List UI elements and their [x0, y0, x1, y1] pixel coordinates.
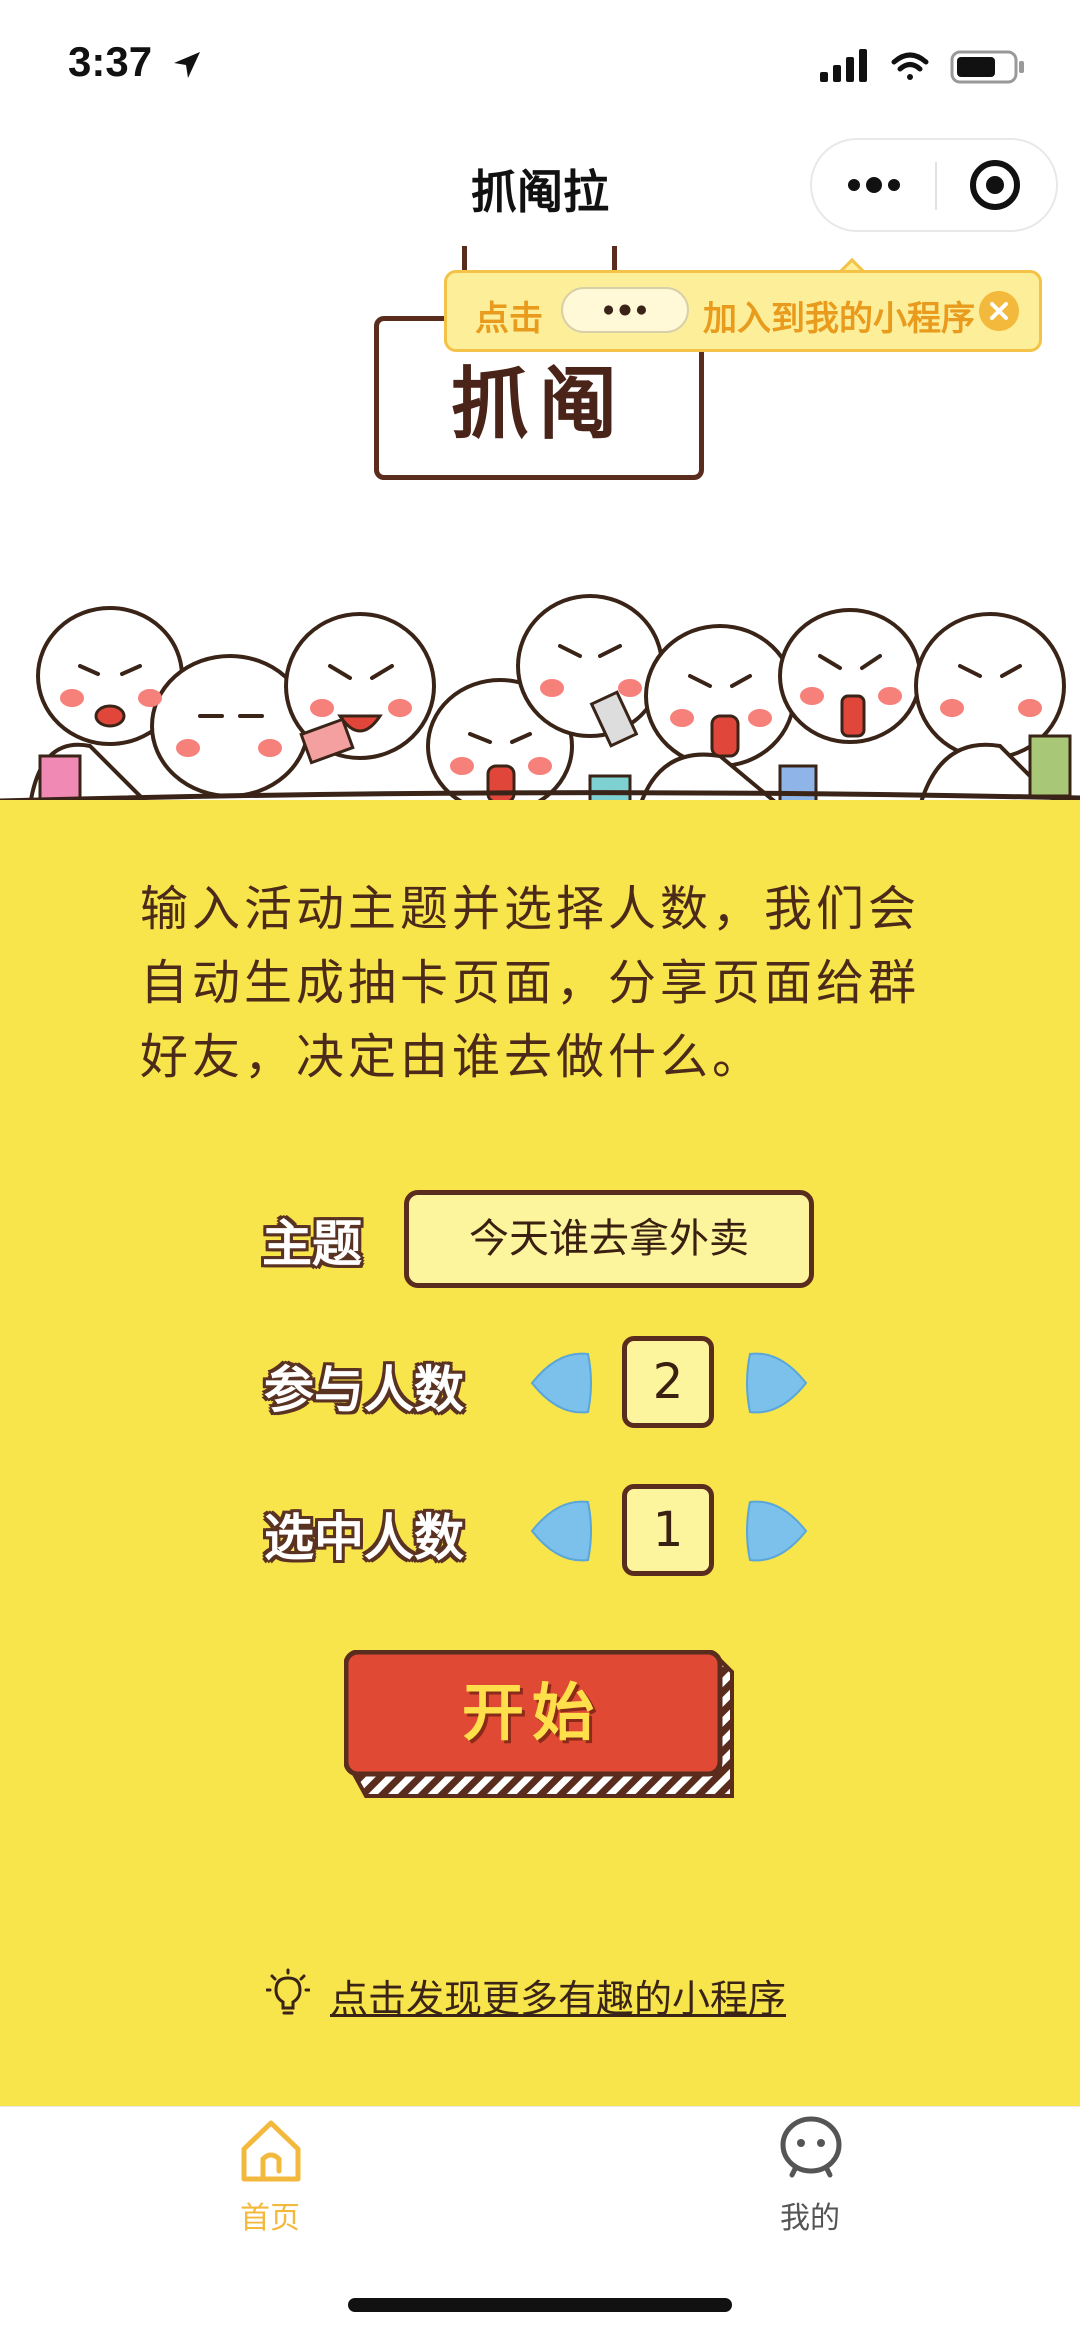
- discover-more-link[interactable]: 点击发现更多有趣的小程序: [330, 1968, 786, 2023]
- battery-icon: [950, 50, 1024, 84]
- nav-bar: 抓阄拉: [0, 130, 1080, 246]
- add-mini-program-tip[interactable]: 点击 加入到我的小程序: [444, 270, 1042, 352]
- topic-input[interactable]: 今天谁去拿外卖: [404, 1190, 814, 1288]
- sign-text: 抓阄: [450, 360, 627, 450]
- selected-value: 1: [622, 1484, 714, 1576]
- mini-program-capsule: [810, 138, 1058, 232]
- signal-icon: [820, 49, 867, 82]
- tab-home[interactable]: 首页: [170, 2107, 370, 2237]
- status-time: 3:37: [68, 38, 153, 85]
- start-button[interactable]: 开始: [344, 1650, 736, 1800]
- selected-increase-button[interactable]: [744, 1496, 810, 1566]
- wifi-icon: [891, 52, 929, 80]
- intro-text: 输入活动主题并选择人数，我们会自动生成抽卡页面，分享页面给群好友，决定由谁去做什…: [140, 881, 921, 1085]
- status-indicators: [820, 49, 1024, 84]
- tip-prefix: 点击: [475, 299, 543, 339]
- home-icon: [241, 2120, 301, 2182]
- participants-value: 2: [622, 1336, 714, 1428]
- profile-icon: [780, 2116, 842, 2178]
- home-indicator: [348, 2298, 732, 2312]
- selected-decrease-button[interactable]: [528, 1496, 594, 1566]
- tip-suffix: 加入到我的小程序: [703, 299, 975, 339]
- participants-increase-button[interactable]: [744, 1348, 810, 1418]
- tip-close-icon[interactable]: [979, 291, 1019, 331]
- participants-label: 参与人数: [264, 1361, 464, 1419]
- start-button-label: 开始: [461, 1676, 602, 1749]
- cartoon-crowd-illustration: [0, 594, 1080, 806]
- tab-home-label: 首页: [240, 2201, 300, 2236]
- status-bar: 3:37: [0, 0, 1080, 130]
- topic-label: 主题: [262, 1215, 362, 1273]
- main-panel: 输入活动主题并选择人数，我们会自动生成抽卡页面，分享页面给群好友，决定由谁去做什…: [0, 800, 1080, 2106]
- lightbulb-icon: [266, 1968, 310, 2015]
- location-arrow-icon: [174, 52, 200, 78]
- tab-mine[interactable]: 我的: [710, 2107, 910, 2237]
- close-mini-program-icon[interactable]: [937, 140, 1057, 230]
- more-dots-icon: [561, 287, 689, 333]
- more-icon[interactable]: [812, 140, 936, 230]
- selected-label: 选中人数: [264, 1509, 464, 1567]
- participants-decrease-button[interactable]: [528, 1348, 594, 1418]
- tab-mine-label: 我的: [780, 2201, 840, 2236]
